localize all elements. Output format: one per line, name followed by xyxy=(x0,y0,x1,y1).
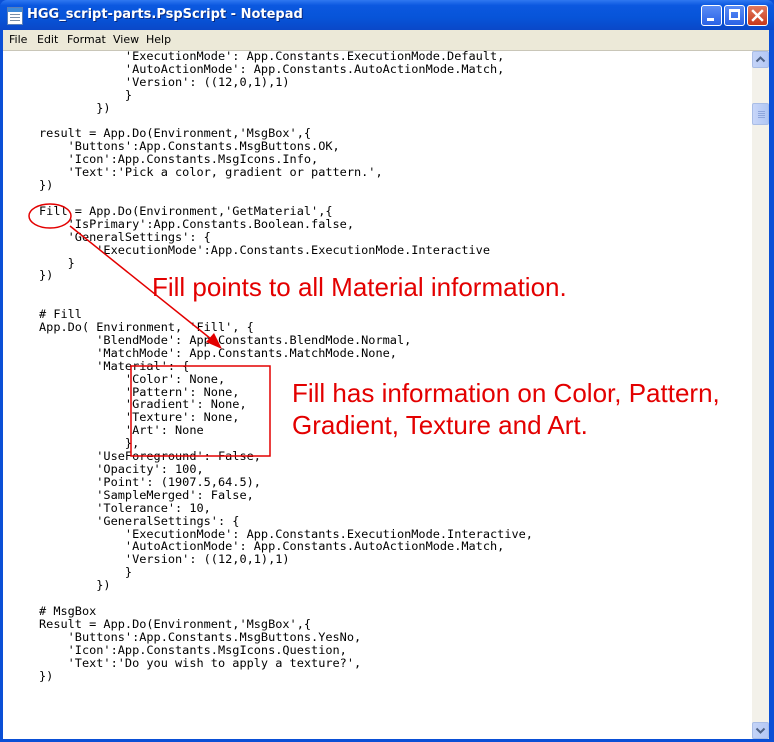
code-line: 'Color': None, xyxy=(124,371,226,386)
code-line: }) xyxy=(39,268,54,283)
scroll-up-arrow-icon xyxy=(755,56,766,63)
window-frame-right xyxy=(769,30,774,742)
annotation-fill-info-line2: Gradient, Texture and Art. xyxy=(292,410,588,440)
maximize-icon xyxy=(729,9,740,20)
code-line: 'SampleMerged': False, xyxy=(96,487,254,502)
code-line: 'Version': ((12,0,1),1) xyxy=(124,74,290,89)
code-line: }) xyxy=(39,178,54,193)
code-line: Result = App.Do(Environment,'MsgBox',{ xyxy=(39,616,312,631)
code-line: 'Text':'Do you wish to apply a texture?'… xyxy=(67,655,362,670)
code-line: } xyxy=(124,565,133,580)
menu-help[interactable]: Help xyxy=(146,33,171,46)
code-line: }) xyxy=(96,100,111,115)
notepad-icon xyxy=(7,7,23,25)
window-title: HGG_script-parts.PspScript - Notepad xyxy=(27,7,303,22)
script-text: 'ExecutionMode': App.Constants.Execution… xyxy=(39,51,533,682)
code-line: 'Icon':App.Constants.MsgIcons.Info, xyxy=(67,152,319,167)
code-line: 'AutoActionMode': App.Constants.AutoActi… xyxy=(124,539,505,554)
code-line: 'UseForeground': False, xyxy=(96,449,261,464)
code-line: 'Texture': None, xyxy=(124,410,240,425)
code-line: 'AutoActionMode': App.Constants.AutoActi… xyxy=(124,61,505,76)
code-line: # MsgBox xyxy=(39,603,97,618)
code-line: 'Tolerance': 10, xyxy=(96,500,211,515)
code-line: # Fill xyxy=(39,307,82,322)
menu-format[interactable]: Format xyxy=(67,33,106,46)
menu-view[interactable]: View xyxy=(113,33,139,46)
code-line: 'Opacity': 100, xyxy=(96,462,204,476)
close-button[interactable] xyxy=(747,5,768,26)
code-line: result = App.Do(Environment,'MsgBox',{ xyxy=(39,126,312,141)
code-line: 'Text':'Pick a color, gradient or patter… xyxy=(67,165,383,180)
menu-bar: File Edit Format View Help xyxy=(3,30,771,51)
code-line: 'ExecutionMode': App.Constants.Execution… xyxy=(124,526,533,541)
code-line: 'Buttons':App.Constants.MsgButtons.OK, xyxy=(67,139,340,154)
scroll-down-arrow-icon xyxy=(755,727,766,734)
minimize-button[interactable] xyxy=(701,5,722,26)
code-line: 'MatchMode': App.Constants.MatchMode.Non… xyxy=(96,345,397,360)
annotation-fill-points: Fill points to all Material information. xyxy=(152,272,567,302)
code-line: 'Buttons':App.Constants.MsgButtons.YesNo… xyxy=(67,629,362,644)
code-line: 'ExecutionMode':App.Constants.ExecutionM… xyxy=(96,242,491,257)
code-line: 'Point': (1907.5,64.5), xyxy=(96,474,261,489)
title-bar[interactable]: HGG_script-parts.PspScript - Notepad xyxy=(0,0,774,30)
code-line: } xyxy=(124,87,133,102)
minimize-icon xyxy=(707,18,714,21)
code-line: 'Pattern': None, xyxy=(124,384,240,399)
code-line: 'Version': ((12,0,1),1) xyxy=(124,552,290,567)
code-line: Fill = App.Do(Environment,'GetMaterial',… xyxy=(39,203,333,218)
scroll-thumb[interactable] xyxy=(752,103,769,125)
menu-file[interactable]: File xyxy=(9,33,27,46)
code-line: 'Gradient': None, xyxy=(124,397,247,412)
maximize-button[interactable] xyxy=(724,5,745,26)
code-line: 'Material': { xyxy=(96,358,190,373)
code-line: }) xyxy=(39,668,54,683)
code-line: 'Icon':App.Constants.MsgIcons.Question, xyxy=(67,642,347,657)
code-line: }, xyxy=(124,436,140,451)
code-line: 'GeneralSettings': { xyxy=(96,513,240,528)
code-line: }) xyxy=(96,578,111,593)
menu-edit[interactable]: Edit xyxy=(37,33,58,46)
code-line: 'BlendMode': App.Constants.BlendMode.Nor… xyxy=(96,332,412,347)
code-line: } xyxy=(67,255,75,270)
scroll-up-button[interactable] xyxy=(752,51,769,68)
scroll-down-button[interactable] xyxy=(752,722,769,739)
annotation-fill-info-line1: Fill has information on Color, Pattern, xyxy=(292,378,720,408)
code-line: 'Art': None xyxy=(124,423,204,438)
code-line: App.Do( Environment, 'Fill', { xyxy=(39,320,254,335)
code-line: 'IsPrimary':App.Constants.Boolean.false, xyxy=(67,216,354,231)
close-icon xyxy=(751,9,764,22)
code-line: 'GeneralSettings': { xyxy=(67,229,211,244)
notepad-window: HGG_script-parts.PspScript - Notepad Fil… xyxy=(0,0,774,742)
vertical-scrollbar[interactable] xyxy=(752,51,769,739)
